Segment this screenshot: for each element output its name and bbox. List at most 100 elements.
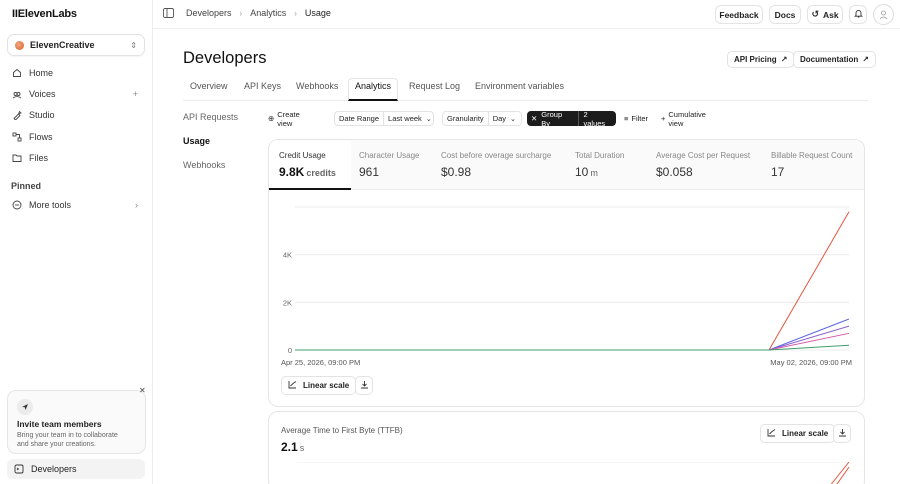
filter-label: Filter [631,114,649,123]
cumulative-view-button[interactable]: + Cumulative view [657,110,710,128]
granularity-label: Granularity [443,112,489,125]
download-icon [838,428,847,439]
plus-circle-icon: ⊕ [268,114,275,123]
tab-overview[interactable]: Overview [190,78,228,101]
metric-total-duration[interactable]: Total Duration 10 m [566,140,647,190]
metrics-row: Credit Usage 9.8K credits Character Usage… [269,140,864,190]
series-line[interactable] [295,211,850,351]
metric-label: Credit Usage [279,151,326,160]
linear-scale-button[interactable]: Linear scale [281,376,357,395]
series-line[interactable] [295,344,850,351]
metric-value: 961 [359,165,380,179]
y-tick-label: 2K [283,298,292,307]
docs-button[interactable]: Docs [769,5,801,24]
ttfb-linear-scale-button[interactable]: Linear scale [760,424,836,443]
api-pricing-label: API Pricing [734,55,777,64]
tab-environment-variables[interactable]: Environment variables [475,78,564,101]
usage-line-chart[interactable]: 0 2K 4K Apr 25, 2026, 09:00 PM May 02, 2026,… [269,190,865,380]
create-view-button[interactable]: ⊕ Create view [264,109,304,128]
sidebar: IIElevenLabs ElevenCreative ⇕ Home Voice… [0,0,153,484]
metric-value-row: 17 [771,165,864,179]
metric-value: $0.058 [656,165,693,179]
workspace-avatar-icon [15,40,24,50]
subnav-webhooks[interactable]: Webhooks [183,160,225,170]
user-avatar[interactable] [873,4,894,25]
sidebar-item-studio[interactable]: Studio [5,105,145,125]
invite-desc-line2: and share your creations. [17,441,96,448]
send-icon [17,399,33,415]
metric-billable-request-count[interactable]: Billable Request Count 17 [763,140,864,190]
ttfb-chart-preview [297,462,850,484]
date-range-filter[interactable]: Date Range Last week ⌄ [334,111,434,126]
elevenlabs-logo[interactable]: IIElevenLabs [12,8,77,20]
series-line[interactable] [295,318,850,351]
tab-api-keys[interactable]: API Keys [244,78,281,101]
create-view-label: Create view [277,109,300,128]
chevron-right-icon: › [135,200,138,210]
y-tick-label: 0 [288,346,292,355]
breadcrumb: Developers › Analytics › Usage [163,8,331,18]
metric-cost-before-overage[interactable]: Cost before overage surcharge $0.98 [432,140,566,190]
subnav-api-requests[interactable]: API Requests [183,112,238,122]
tab-request-log[interactable]: Request Log [409,78,460,101]
metric-value-row: 961 [359,165,432,179]
developers-icon [14,464,24,474]
y-tick-label: 4K [283,251,292,260]
chevron-down-icon: ⌄ [510,115,516,123]
breadcrumb-developers[interactable]: Developers [186,8,232,18]
group-by-value: 2 values [583,109,606,128]
bell-icon [853,9,863,20]
metric-character-usage[interactable]: Character Usage 961 [351,140,432,190]
filter-button[interactable]: ≡ Filter [620,111,653,126]
tab-analytics[interactable]: Analytics [348,78,399,101]
remove-group-icon[interactable]: ✕ [527,114,541,123]
sidebar-toggle-icon[interactable] [163,8,174,18]
chevron-down-icon: ⌄ [425,115,432,123]
flows-icon [12,132,22,142]
series-line[interactable] [295,325,850,351]
ttfb-value-row: 2.1 s [281,440,304,454]
metric-value: 10 [575,165,589,179]
api-pricing-button[interactable]: API Pricing ↗ [727,51,795,68]
metric-average-cost-per-request[interactable]: Average Cost per Request $0.058 [647,140,763,190]
subnav-usage[interactable]: Usage [183,136,210,146]
close-icon[interactable]: ✕ [139,386,146,395]
metric-label: Total Duration [575,151,625,160]
sidebar-item-developers[interactable]: Developers [7,459,145,479]
metric-value: $0.98 [441,165,472,179]
top-bar: Developers › Analytics › Usage Feedback … [153,0,900,29]
tab-webhooks[interactable]: Webhooks [296,78,338,101]
sidebar-item-voices[interactable]: Voices + [5,84,145,104]
metric-value-row: $0.98 [441,165,566,179]
documentation-button[interactable]: Documentation ↗ [793,51,876,68]
add-voice-button[interactable]: + [133,89,138,99]
x-tick-label: Apr 25, 2026, 09:00 PM [281,358,360,367]
workspace-switcher[interactable]: ElevenCreative ⇕ [7,34,145,56]
ttfb-card: Average Time to First Byte (TTFB) 2.1 s L… [268,411,865,484]
developer-tabs: Overview API Keys Webhooks Analytics Req… [183,78,868,101]
sidebar-item-more-tools[interactable]: More tools › [5,195,145,215]
series-line[interactable] [295,332,850,351]
invite-card[interactable]: Invite team members Bring your team in t… [7,390,146,454]
metric-value-row: 9.8K credits [279,165,351,179]
breadcrumb-analytics[interactable]: Analytics [250,8,286,18]
group-by-label: Group By [541,110,579,128]
ttfb-label: Average Time to First Byte (TTFB) [281,426,403,435]
download-icon [360,380,369,391]
ask-button[interactable]: ↺ Ask [807,5,843,24]
metric-credit-usage[interactable]: Credit Usage 9.8K credits [269,140,351,190]
metric-value-row: $0.058 [656,165,763,179]
group-by-filter[interactable]: ✕ Group By 2 values [527,109,616,128]
feedback-button[interactable]: Feedback [715,5,763,24]
sidebar-item-files[interactable]: Files [5,148,145,168]
sidebar-item-flows[interactable]: Flows [5,127,145,147]
granularity-filter[interactable]: Granularity Day ⌄ [442,111,522,126]
external-link-icon: ↗ [862,55,869,64]
chart-line-icon [767,428,776,439]
ttfb-download-button[interactable] [833,424,851,443]
sidebar-item-home[interactable]: Home [5,63,145,83]
ttfb-value: 2.1 [281,440,298,454]
notifications-button[interactable] [849,5,867,24]
documentation-label: Documentation [800,55,859,64]
download-button[interactable] [355,376,373,395]
